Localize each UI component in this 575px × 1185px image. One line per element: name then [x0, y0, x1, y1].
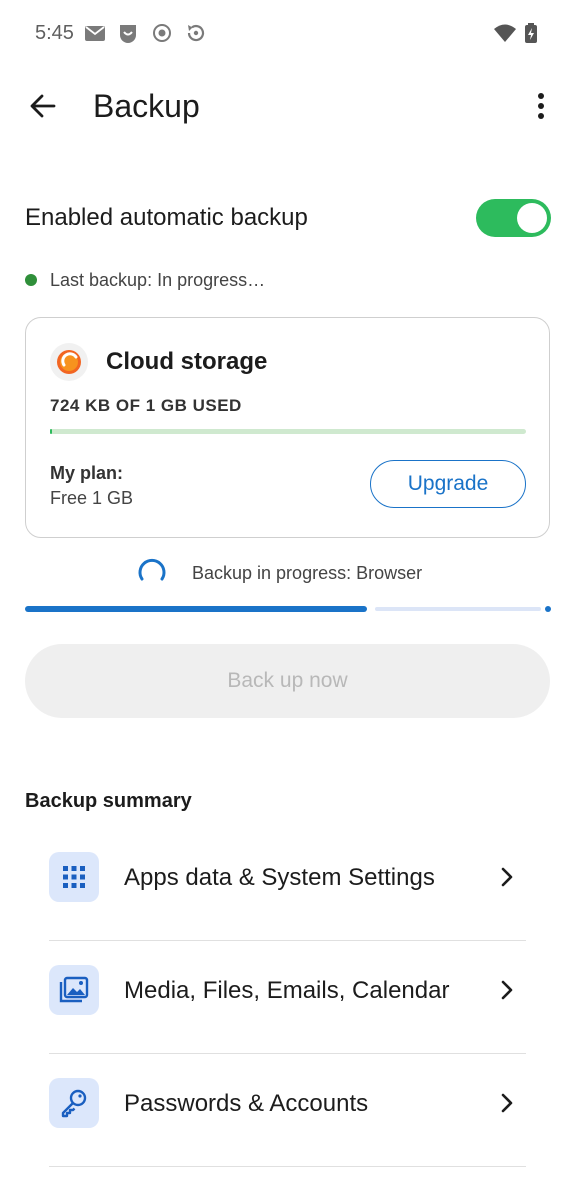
card-title: Cloud storage [106, 348, 268, 375]
storage-usage-text: 724 KB OF 1 GB USED [50, 396, 242, 415]
page-title: Backup [93, 88, 200, 124]
last-backup-text: Last backup: In progress… [50, 270, 266, 290]
app-bar: Backup [0, 68, 575, 148]
toggle-knob [517, 203, 547, 233]
summary-item-media-files[interactable]: Media, Files, Emails, Calendar [49, 941, 526, 1054]
backup-progress-fill [25, 606, 367, 612]
backup-progress-row: Backup in progress: Browser [0, 555, 575, 591]
backup-progress-track [375, 607, 541, 611]
status-dot-icon [25, 274, 37, 286]
arrow-back-icon[interactable] [24, 86, 64, 126]
auto-backup-toggle[interactable] [476, 199, 551, 237]
auto-backup-row: Enabled automatic backup [25, 196, 551, 240]
summary-item-apps-data[interactable]: Apps data & System Settings [49, 828, 526, 941]
chevron-right-icon [501, 1093, 513, 1113]
key-icon [49, 1078, 99, 1128]
sync-icon [187, 24, 205, 42]
summary-item-passwords[interactable]: Passwords & Accounts [49, 1054, 526, 1167]
auto-backup-label: Enabled automatic backup [25, 204, 308, 231]
chevron-right-icon [501, 867, 513, 887]
cloud-logo-icon [50, 343, 88, 381]
backup-progress-text: Backup in progress: Browser [192, 563, 423, 583]
plan-value: Free 1 GB [50, 488, 134, 508]
storage-usage-bar [50, 429, 526, 434]
summary-item-label: Apps data & System Settings [124, 864, 435, 891]
backup-progress-end-dot [545, 606, 551, 612]
wifi-icon [494, 24, 516, 42]
status-time: 5:45 [35, 22, 74, 44]
backup-summary-heading: Backup summary [25, 790, 192, 812]
storage-usage-fill [50, 429, 52, 434]
apps-grid-icon [49, 852, 99, 902]
cloud-storage-card: Cloud storage 724 KB OF 1 GB USED My pla… [25, 317, 550, 538]
chevron-right-icon [501, 980, 513, 1000]
back-up-now-button[interactable]: Back up now [25, 644, 550, 718]
app-notification-icon [120, 25, 136, 43]
summary-item-label: Media, Files, Emails, Calendar [124, 977, 450, 1004]
record-icon [153, 24, 171, 42]
loading-spinner-icon [138, 558, 166, 581]
more-vert-icon[interactable] [526, 86, 556, 126]
summary-item-label: Passwords & Accounts [124, 1090, 369, 1117]
upgrade-button[interactable]: Upgrade [370, 460, 526, 508]
status-bar: 5:45 [0, 0, 575, 68]
photo-library-icon [49, 965, 99, 1015]
battery-charging-icon [525, 23, 537, 43]
plan-label: My plan: [50, 463, 124, 483]
mail-icon [85, 26, 105, 41]
backup-progress-bar [25, 606, 551, 612]
